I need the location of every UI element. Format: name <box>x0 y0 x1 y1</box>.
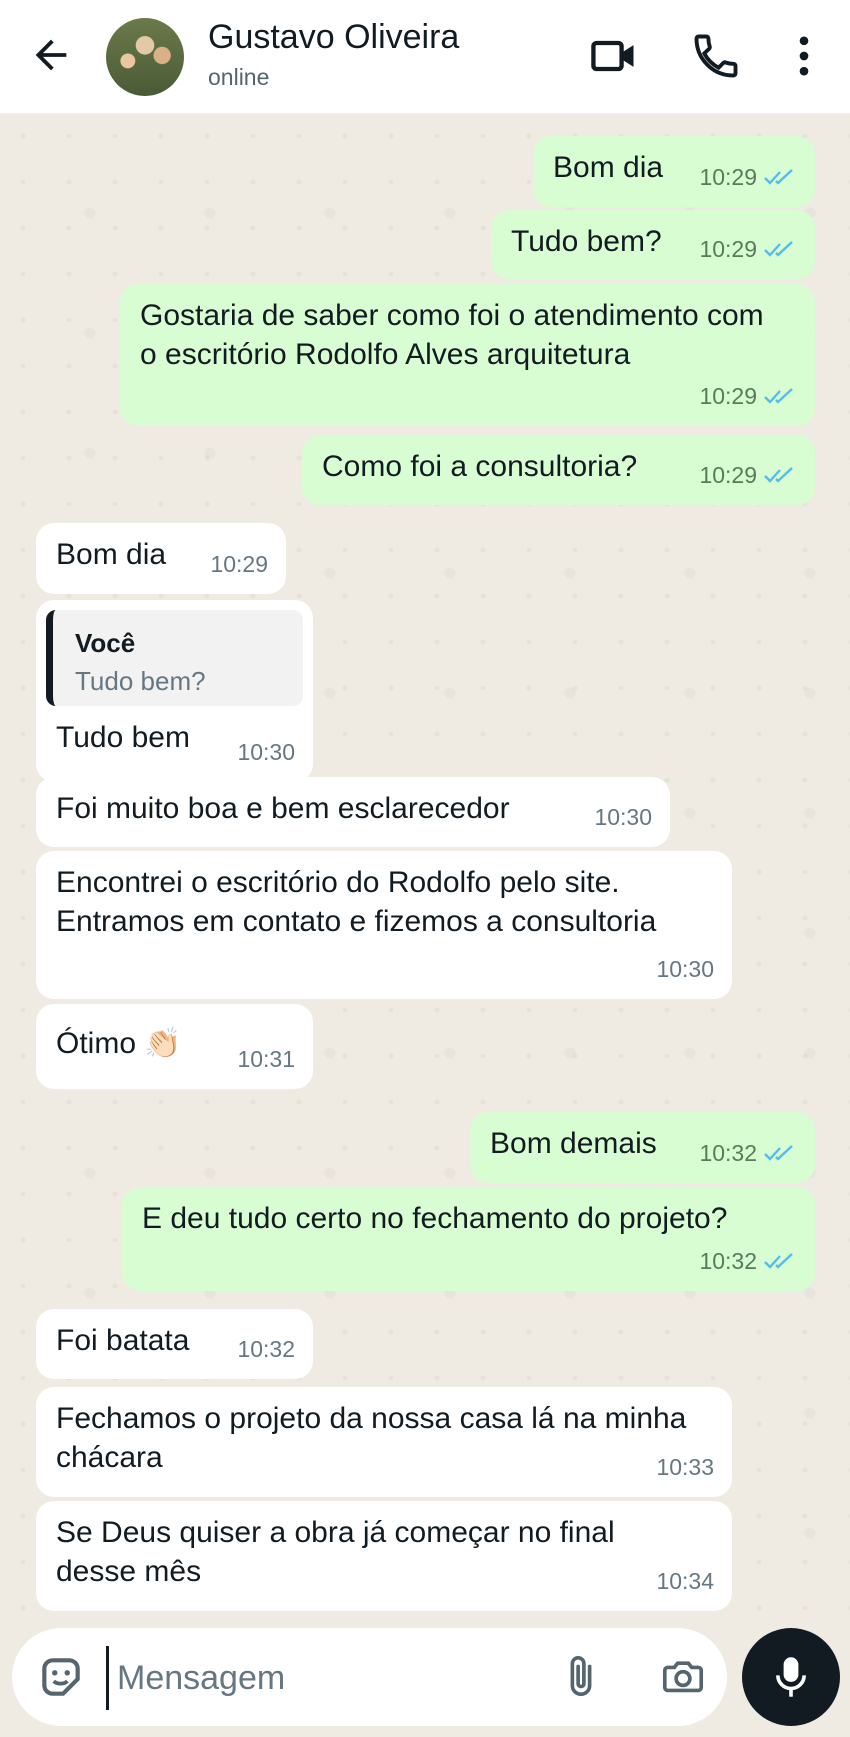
message-text: E deu tudo certo no fechamento do projet… <box>142 1202 728 1235</box>
sticker-icon[interactable] <box>36 1652 86 1702</box>
message-text: Encontrei o escritório do Rodolfo pelo s… <box>56 866 657 938</box>
message-outgoing[interactable]: Bom dia 10:29 <box>533 136 815 207</box>
phone-icon[interactable] <box>690 30 742 82</box>
message-outgoing[interactable]: Bom demais 10:32 <box>470 1112 815 1183</box>
message-meta: 10:32 <box>699 1134 797 1173</box>
quoted-author: Você <box>75 628 136 658</box>
avatar[interactable] <box>106 18 184 96</box>
message-outgoing[interactable]: Gostaria de saber como foi o atendimento… <box>120 284 815 426</box>
message-meta: 10:32 <box>699 1242 797 1281</box>
message-time: 10:30 <box>594 804 652 830</box>
message-time: 10:30 <box>656 956 714 982</box>
message-incoming[interactable]: Ótimo 👏🏻 10:31 <box>36 1004 313 1089</box>
read-ticks-icon <box>764 240 793 257</box>
message-time: 10:29 <box>210 551 268 577</box>
mic-icon <box>776 1657 806 1697</box>
quoted-message[interactable]: Você Tudo bem? <box>46 610 303 706</box>
chat-header: Gustavo Oliveira online <box>0 0 850 113</box>
video-call-icon[interactable] <box>588 30 640 82</box>
message-outgoing[interactable]: E deu tudo certo no fechamento do projet… <box>122 1187 815 1291</box>
message-text: Se Deus quiser a obra já começar no fina… <box>56 1516 615 1588</box>
read-ticks-icon <box>764 387 793 404</box>
message-meta: 10:30 <box>237 733 295 772</box>
message-time: 10:29 <box>699 462 757 488</box>
message-time: 10:29 <box>699 236 757 262</box>
message-time: 10:33 <box>656 1454 714 1480</box>
message-outgoing[interactable]: Tudo bem? 10:29 <box>491 210 815 279</box>
message-outgoing[interactable]: Como foi a consultoria? 10:29 <box>302 435 815 505</box>
back-arrow-icon[interactable] <box>28 32 74 78</box>
read-ticks-icon <box>764 466 793 483</box>
message-incoming[interactable]: Fechamos o projeto da nossa casa lá na m… <box>36 1387 732 1497</box>
message-meta: 10:33 <box>656 1448 714 1487</box>
message-time: 10:32 <box>237 1336 295 1362</box>
contact-name[interactable]: Gustavo Oliveira <box>208 18 459 57</box>
more-options-icon[interactable] <box>778 30 830 82</box>
message-time: 10:32 <box>699 1248 757 1274</box>
read-ticks-icon <box>764 168 793 185</box>
message-incoming[interactable]: Você Tudo bem? Tudo bem 10:30 <box>36 600 313 782</box>
message-meta: 10:30 <box>656 950 714 989</box>
message-time: 10:34 <box>656 1568 714 1594</box>
contact-status: online <box>208 64 270 90</box>
message-time: 10:30 <box>237 739 295 765</box>
message-meta: 10:29 <box>699 456 797 495</box>
read-ticks-icon <box>764 1144 793 1161</box>
message-time: 10:31 <box>237 1046 295 1072</box>
message-meta: 10:29 <box>699 158 797 197</box>
message-incoming[interactable]: Encontrei o escritório do Rodolfo pelo s… <box>36 851 732 999</box>
message-time: 10:29 <box>699 383 757 409</box>
message-time: 10:29 <box>699 164 757 190</box>
message-incoming[interactable]: Foi batata 10:32 <box>36 1309 313 1379</box>
message-text: Foi muito boa e bem esclarecedor <box>56 792 510 825</box>
message-incoming[interactable]: Bom dia 10:29 <box>36 523 286 594</box>
attach-icon[interactable] <box>558 1650 604 1704</box>
mic-button[interactable] <box>742 1628 840 1726</box>
read-ticks-icon <box>764 1252 793 1269</box>
message-incoming[interactable]: Se Deus quiser a obra já começar no fina… <box>36 1501 732 1611</box>
message-meta: 10:30 <box>594 798 652 837</box>
message-text: Fechamos o projeto da nossa casa lá na m… <box>56 1402 687 1474</box>
message-meta: 10:31 <box>237 1040 295 1079</box>
message-meta: 10:29 <box>699 377 797 416</box>
message-incoming[interactable]: Foi muito boa e bem esclarecedor 10:30 <box>36 777 670 847</box>
message-meta: 10:29 <box>210 545 268 584</box>
message-input[interactable] <box>106 1646 499 1710</box>
message-composer <box>12 1628 727 1726</box>
quoted-text: Tudo bem? <box>75 666 206 696</box>
message-time: 10:32 <box>699 1140 757 1166</box>
message-meta: 10:32 <box>237 1330 295 1369</box>
camera-icon[interactable] <box>656 1654 710 1700</box>
chat-area[interactable]: Bom dia 10:29 Tudo bem? 10:29 Gostaria d… <box>0 113 850 1623</box>
message-meta: 10:29 <box>699 230 797 269</box>
message-meta: 10:34 <box>656 1562 714 1601</box>
message-text: Gostaria de saber como foi o atendimento… <box>140 299 764 371</box>
